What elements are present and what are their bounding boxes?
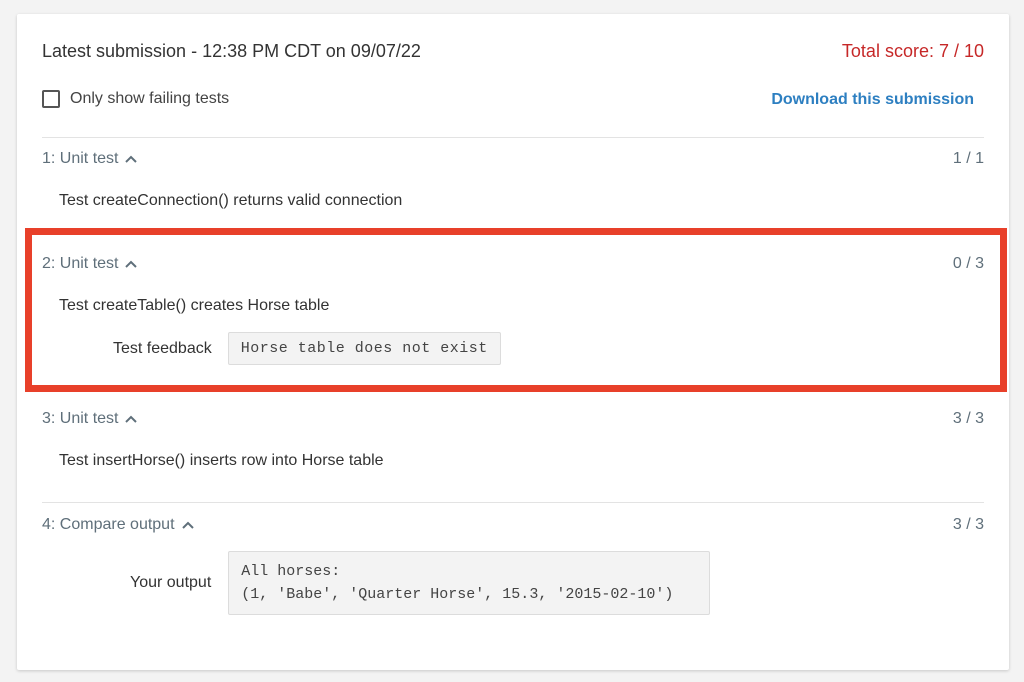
test-feedback-label: Test feedback	[113, 339, 212, 357]
test-3-toggle[interactable]: 3: Unit test	[42, 410, 138, 428]
total-score: Total score: 7 / 10	[841, 41, 984, 61]
failing-tests-checkbox[interactable]	[42, 90, 60, 108]
failing-tests-filter[interactable]: Only show failing tests	[42, 90, 229, 108]
test-2-toggle[interactable]: 2: Unit test	[42, 255, 138, 273]
download-submission-link[interactable]: Download this submission	[771, 91, 974, 109]
test-1-title: 1: Unit test	[42, 150, 119, 167]
chevron-up-icon	[125, 415, 138, 423]
test-3-description: Test insertHorse() inserts row into Hors…	[59, 452, 384, 469]
test-3-score: 3 / 3	[952, 410, 984, 427]
failing-tests-label: Only show failing tests	[70, 90, 230, 107]
test-2-feedback-row: Test feedback Horse table does not exist	[113, 332, 984, 365]
test-1-description: Test createConnection() returns valid co…	[59, 192, 403, 209]
test-4-score: 3 / 3	[952, 516, 984, 533]
test-4-output-row: Your output All horses: (1, 'Babe', 'Qua…	[130, 551, 984, 615]
test-item-3: 3: Unit test 3 / 3 Test insertHorse() in…	[42, 410, 984, 470]
your-output-label: Your output	[130, 574, 212, 591]
test-item-2: 2: Unit test 0 / 3 Test createTable() cr…	[42, 255, 984, 365]
test-2-score: 0 / 3	[952, 255, 984, 272]
submission-card: Latest submission - 12:38 PM CDT on 09/0…	[17, 14, 1009, 670]
test-1-score: 1 / 1	[952, 150, 984, 167]
your-output-value: All horses: (1, 'Babe', 'Quarter Horse',…	[228, 551, 711, 615]
chevron-up-icon	[125, 155, 138, 163]
test-feedback-value: Horse table does not exist	[227, 332, 501, 365]
divider	[42, 137, 984, 138]
test-2-title: 2: Unit test	[42, 255, 119, 272]
divider	[42, 502, 984, 503]
test-2-description: Test createTable() creates Horse table	[59, 297, 330, 314]
test-4-title: 4: Compare output	[42, 516, 175, 533]
test-item-1: 1: Unit test 1 / 1 Test createConnection…	[42, 150, 984, 210]
test-4-toggle[interactable]: 4: Compare output	[42, 516, 194, 534]
test-item-4: 4: Compare output 3 / 3 Your output All …	[42, 516, 984, 615]
chevron-up-icon	[181, 521, 194, 529]
test-1-toggle[interactable]: 1: Unit test	[42, 150, 138, 168]
submission-title: Latest submission - 12:38 PM CDT on 09/0…	[42, 41, 421, 61]
chevron-up-icon	[125, 260, 138, 268]
test-3-title: 3: Unit test	[42, 410, 119, 427]
